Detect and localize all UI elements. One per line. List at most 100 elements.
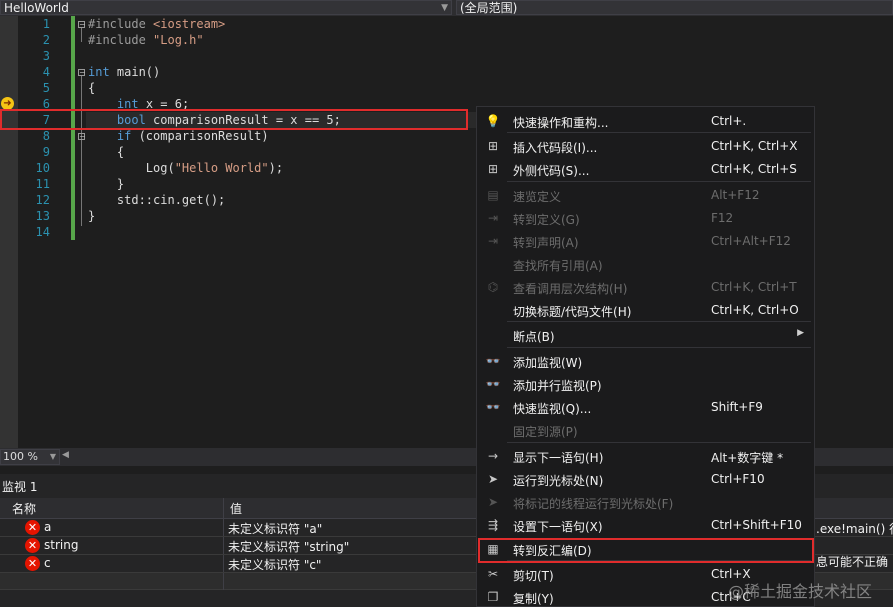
menu-item[interactable]: ⊞ 外侧代码(S)... Ctrl+K, Ctrl+S <box>477 158 814 181</box>
column-header-value[interactable]: 值 <box>230 500 242 517</box>
menu-item-shortcut: F12 <box>711 211 734 225</box>
menu-item[interactable]: 💡 快速操作和重构... Ctrl+. <box>477 110 814 133</box>
menu-item-shortcut: Alt+F12 <box>711 188 760 202</box>
code-line[interactable]: { <box>88 80 95 96</box>
menu-item[interactable]: 👓 添加监视(W) <box>477 350 814 373</box>
surround-with-icon: ⊞ <box>487 162 499 176</box>
code-token: (comparisonResult) <box>131 129 269 143</box>
add-watch-icon: 👓 <box>485 354 501 368</box>
collapse-icon[interactable]: − <box>78 69 86 77</box>
column-header-name[interactable]: 名称 <box>12 500 36 517</box>
menu-item[interactable]: 切换标题/代码文件(H) Ctrl+K, Ctrl+O <box>477 299 814 322</box>
watch-value: 未定义标识符 "a" <box>228 522 323 536</box>
code-token: #include <box>88 33 154 47</box>
code-line[interactable]: { <box>88 144 124 160</box>
call-hierarchy-icon: ⌬ <box>487 280 499 294</box>
watch-name[interactable]: c <box>44 556 51 570</box>
code-line[interactable]: } <box>88 208 95 224</box>
peek-definition-icon: ▤ <box>487 188 499 202</box>
menu-item-label: 将标记的线程运行到光标处(F) <box>513 497 674 511</box>
outline-line <box>81 76 82 226</box>
menu-item-label: 插入代码段(I)... <box>513 141 598 155</box>
submenu-arrow-icon: ▶ <box>797 328 804 338</box>
code-line[interactable]: Log("Hello World"); <box>88 160 283 176</box>
menu-separator <box>507 181 811 182</box>
menu-item-shortcut: Ctrl+Shift+F10 <box>711 518 802 532</box>
chevron-down-icon: ▼ <box>441 3 448 13</box>
watch-name[interactable]: a <box>44 520 51 534</box>
menu-item-label: 速览定义 <box>513 190 562 204</box>
menu-item[interactable]: ⊞ 插入代码段(I)... Ctrl+K, Ctrl+X <box>477 135 814 158</box>
menu-separator <box>507 321 811 322</box>
watch-name[interactable]: string <box>44 538 78 552</box>
code-token: { <box>88 145 125 159</box>
collapse-icon[interactable]: − <box>78 133 86 141</box>
line-number: 13 <box>35 209 50 223</box>
editor-navigation-bar: HelloWorld ▼ (全局范围) <box>0 0 893 16</box>
menu-item-label: 转到定义(G) <box>513 213 580 227</box>
code-line[interactable]: if (comparisonResult) <box>88 128 269 144</box>
message-fragment: 息可能不正确 <box>816 555 889 569</box>
line-number: 1 <box>42 17 50 31</box>
line-number: 10 <box>35 161 50 175</box>
line-number: 14 <box>35 225 50 239</box>
code-line[interactable]: int main() <box>88 64 160 80</box>
menu-item-shortcut: Ctrl+Alt+F12 <box>711 234 791 248</box>
annotation-highlight-current-line <box>0 109 468 130</box>
menu-item: ⇥ 转到声明(A) Ctrl+Alt+F12 <box>477 230 814 253</box>
menu-item[interactable]: → 显示下一语句(H) Alt+数字键 * <box>477 445 814 468</box>
collapse-icon[interactable]: − <box>78 21 86 29</box>
code-line[interactable]: #include <iostream> <box>88 16 225 32</box>
set-next-statement-icon: ⇶ <box>487 518 499 532</box>
menu-item[interactable]: 👓 添加并行监视(P) <box>477 373 814 396</box>
outline-line <box>81 28 82 42</box>
file-scope-combo[interactable]: HelloWorld ▼ <box>0 0 452 15</box>
code-token: #include <box>88 17 154 31</box>
menu-item[interactable]: ➤ 运行到光标处(N) Ctrl+F10 <box>477 468 814 491</box>
show-next-statement-icon: → <box>487 449 499 463</box>
code-line[interactable]: } <box>88 176 124 192</box>
menu-item-label: 添加监视(W) <box>513 356 583 370</box>
call-stack-fragment: .exe!main() 行 <box>816 522 893 536</box>
menu-item-shortcut: Alt+数字键 * <box>711 451 784 465</box>
code-token: } <box>88 209 96 223</box>
menu-item[interactable]: ⇶ 设置下一语句(X) Ctrl+Shift+F10 <box>477 514 814 537</box>
code-line[interactable]: #include "Log.h" <box>88 32 204 48</box>
indicator-margin[interactable] <box>0 16 18 448</box>
file-combo-label: HelloWorld <box>4 1 69 15</box>
menu-separator <box>507 347 811 348</box>
zoom-level: 100 % <box>3 450 38 463</box>
error-icon: ✕ <box>25 538 40 553</box>
line-number: 5 <box>42 81 50 95</box>
menu-item: ➤ 将标记的线程运行到光标处(F) <box>477 491 814 514</box>
column-separator[interactable] <box>223 498 224 518</box>
menu-item-shortcut: Ctrl+K, Ctrl+T <box>711 280 797 294</box>
add-parallel-watch-icon: 👓 <box>485 377 501 391</box>
menu-item-label: 添加并行监视(P) <box>513 379 602 393</box>
function-scope-combo[interactable]: (全局范围) <box>456 0 893 15</box>
line-number: 12 <box>35 193 50 207</box>
menu-item[interactable]: 断点(B) ▶ <box>477 324 814 347</box>
run-flagged-threads-icon: ➤ <box>487 495 499 509</box>
menu-item-shortcut: Ctrl+. <box>711 114 747 128</box>
menu-item-label: 固定到源(P) <box>513 425 578 439</box>
code-line[interactable]: std::cin.get(); <box>88 192 225 208</box>
code-token: int <box>88 65 110 79</box>
menu-item-label: 复制(Y) <box>513 592 554 606</box>
menu-item-label: 查找所有引用(A) <box>513 259 603 273</box>
code-token: { <box>88 81 96 95</box>
menu-item[interactable]: 👓 快速监视(Q)... Shift+F9 <box>477 396 814 419</box>
menu-item-label: 切换标题/代码文件(H) <box>513 305 632 319</box>
cut-icon: ✂ <box>487 567 499 581</box>
watch-window-title[interactable]: 监视 1 <box>2 478 37 495</box>
zoom-combo[interactable]: 100 % ▼ <box>0 449 60 465</box>
line-number: 9 <box>42 145 50 159</box>
line-number: 8 <box>42 129 50 143</box>
scroll-left-icon[interactable]: ◀ <box>62 450 69 460</box>
error-icon: ✕ <box>25 520 40 535</box>
menu-item-label: 剪切(T) <box>513 569 554 583</box>
menu-item: ⇥ 转到定义(G) F12 <box>477 207 814 230</box>
menu-item: 固定到源(P) <box>477 419 814 442</box>
line-number: 11 <box>35 177 50 191</box>
insert-snippet-icon: ⊞ <box>487 139 499 153</box>
